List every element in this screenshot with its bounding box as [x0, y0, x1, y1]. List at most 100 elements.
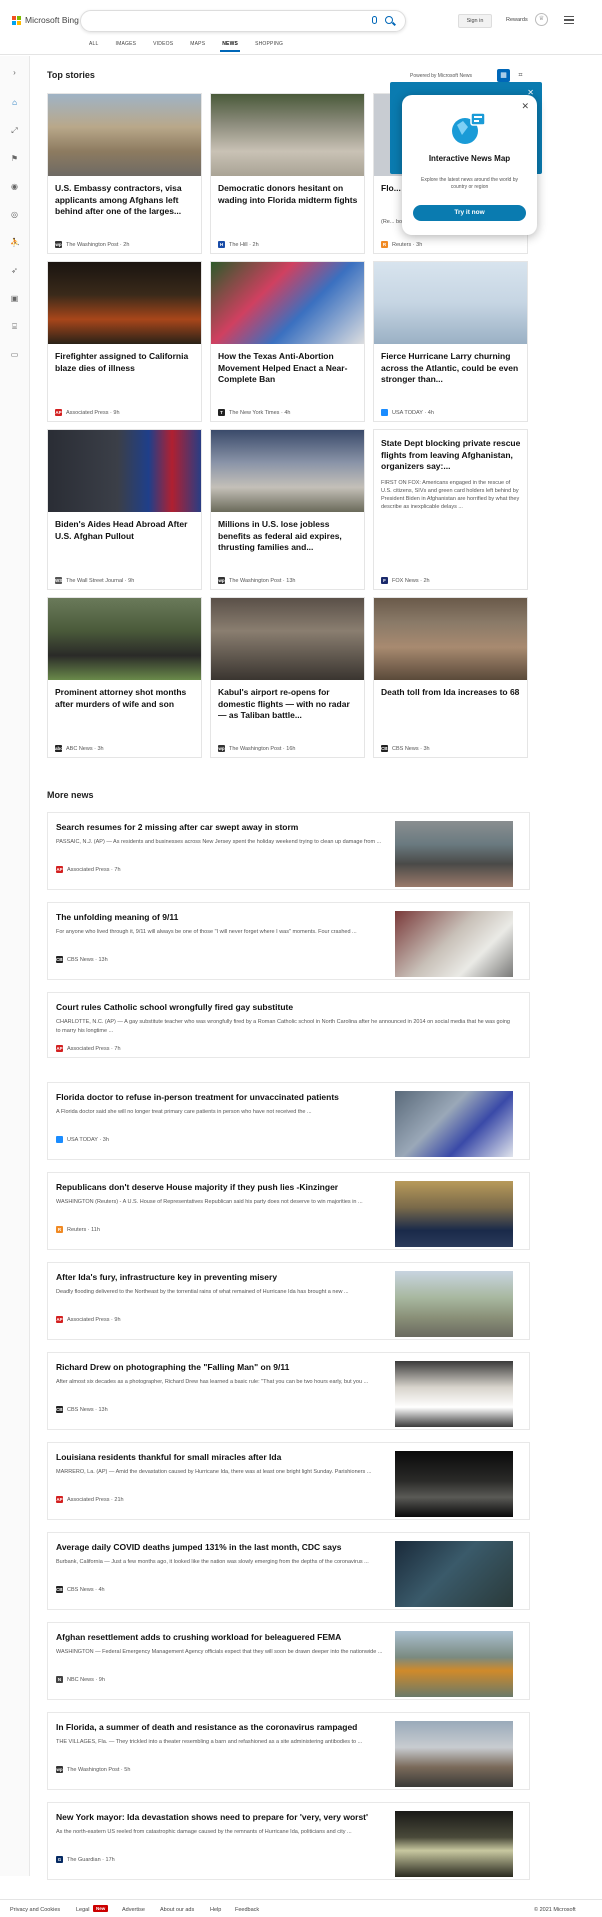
publisher-logo-icon: F: [381, 577, 388, 584]
globe-icon[interactable]: ◎: [10, 210, 19, 219]
publisher-logo-icon: AP: [56, 1316, 63, 1323]
publisher-logo-icon: CBS: [56, 956, 66, 963]
news-title[interactable]: Richard Drew on photographing the "Falli…: [56, 1362, 396, 1372]
story-title[interactable]: Kabul's airport re-opens for domestic fl…: [218, 687, 359, 722]
location-icon[interactable]: ◉: [10, 182, 19, 191]
source-name: CBS News: [392, 745, 419, 752]
publisher-logo-icon: CBS: [56, 1406, 66, 1413]
news-list-item[interactable]: After Ida's fury, infrastructure key in …: [47, 1262, 530, 1340]
news-title[interactable]: Afghan resettlement adds to crushing wor…: [56, 1632, 396, 1642]
story-card[interactable]: Death toll from Ida increases to 68 CBS CB…: [373, 597, 528, 758]
flag-icon[interactable]: ⚑: [10, 154, 19, 163]
story-title[interactable]: Millions in U.S. lose jobless benefits a…: [218, 519, 359, 554]
feedback-link[interactable]: Feedback: [235, 1907, 259, 1913]
news-title[interactable]: Search resumes for 2 missing after car s…: [56, 822, 396, 832]
news-list-item[interactable]: Search resumes for 2 missing after car s…: [47, 812, 530, 890]
expand-icon[interactable]: ›: [10, 68, 19, 77]
publisher-logo-icon: wp: [218, 745, 225, 752]
story-card[interactable]: Democratic donors hesitant on wading int…: [210, 93, 365, 254]
news-snippet: WASHINGTON — Federal Emergency Managemen…: [56, 1649, 383, 1655]
story-title[interactable]: Death toll from Ida increases to 68: [381, 687, 522, 699]
story-card[interactable]: Kabul's airport re-opens for domestic fl…: [210, 597, 365, 758]
bing-logo[interactable]: Microsoft Bing: [12, 15, 79, 25]
map-view-icon[interactable]: ⌗: [514, 69, 527, 82]
advertise-link[interactable]: Advertise: [122, 1907, 145, 1913]
grid-view-icon[interactable]: ▦: [497, 69, 510, 82]
news-title[interactable]: Louisiana residents thankful for small m…: [56, 1452, 396, 1462]
tab-maps[interactable]: MAPS: [190, 41, 205, 47]
story-card[interactable]: Millions in U.S. lose jobless benefits a…: [210, 429, 365, 590]
news-source: AP Associated Press · 7h: [56, 1045, 121, 1052]
home-icon[interactable]: ⌂: [10, 98, 19, 107]
news-title[interactable]: Florida doctor to refuse in-person treat…: [56, 1092, 396, 1102]
sign-in-button[interactable]: Sign in: [458, 14, 492, 28]
publisher-logo-icon: [381, 409, 388, 416]
news-list-item[interactable]: Florida doctor to refuse in-person treat…: [47, 1082, 530, 1160]
privacy-link[interactable]: Privacy and Cookies: [10, 1907, 60, 1913]
story-card[interactable]: State Dept blocking private rescue fligh…: [373, 429, 528, 590]
search-input[interactable]: [80, 10, 406, 32]
story-card[interactable]: How the Texas Anti-Abortion Movement Hel…: [210, 261, 365, 422]
news-title[interactable]: Republicans don't deserve House majority…: [56, 1182, 396, 1192]
story-title[interactable]: Prominent attorney shot months after mur…: [55, 687, 196, 710]
sports-icon[interactable]: ⛹: [10, 238, 20, 247]
tab-images[interactable]: IMAGES: [116, 41, 137, 47]
story-image: [48, 430, 201, 512]
story-title[interactable]: State Dept blocking private rescue fligh…: [381, 438, 522, 473]
story-card[interactable]: U.S. Embassy contractors, visa applicant…: [47, 93, 202, 254]
news-title[interactable]: Court rules Catholic school wrongfully f…: [56, 1002, 516, 1012]
close-icon[interactable]: ✕: [521, 101, 529, 112]
tab-videos[interactable]: VIDEOS: [153, 41, 173, 47]
source-name: Reuters: [392, 241, 412, 248]
news-image: [395, 1811, 513, 1877]
rewards-link[interactable]: Rewards: [506, 17, 528, 23]
news-list-item[interactable]: Afghan resettlement adds to crushing wor…: [47, 1622, 530, 1700]
tv-icon[interactable]: ▣: [10, 294, 19, 303]
tab-all[interactable]: ALL: [89, 41, 99, 47]
news-title[interactable]: The unfolding meaning of 9/11: [56, 912, 396, 922]
news-list-item[interactable]: Average daily COVID deaths jumped 131% i…: [47, 1532, 530, 1610]
news-list-item[interactable]: Louisiana residents thankful for small m…: [47, 1442, 530, 1520]
legal-link[interactable]: Legal: [76, 1907, 89, 1913]
story-title[interactable]: How the Texas Anti-Abortion Movement Hel…: [218, 351, 359, 386]
news-list-item[interactable]: New York mayor: Ida devastation shows ne…: [47, 1802, 530, 1880]
story-card[interactable]: Fierce Hurricane Larry churning across t…: [373, 261, 528, 422]
story-title[interactable]: Firefighter assigned to California blaze…: [55, 351, 196, 374]
story-title[interactable]: Fierce Hurricane Larry churning across t…: [381, 351, 522, 386]
news-list-item[interactable]: In Florida, a summer of death and resist…: [47, 1712, 530, 1790]
menu-icon[interactable]: [564, 16, 574, 26]
bank-icon[interactable]: ⌸: [10, 322, 19, 331]
source-time: 5h: [124, 1766, 131, 1773]
news-title[interactable]: In Florida, a summer of death and resist…: [56, 1722, 396, 1732]
about-ads-link[interactable]: About our ads: [160, 1907, 194, 1913]
news-title[interactable]: New York mayor: Ida devastation shows ne…: [56, 1812, 396, 1822]
news-list-item[interactable]: Court rules Catholic school wrongfully f…: [47, 992, 530, 1058]
search-icon[interactable]: [385, 16, 393, 24]
story-title[interactable]: U.S. Embassy contractors, visa applicant…: [55, 183, 196, 218]
source-time: 3h: [97, 745, 104, 752]
fullscreen-icon[interactable]: ⤢: [10, 126, 19, 135]
news-list-item[interactable]: Republicans don't deserve House majority…: [47, 1172, 530, 1250]
story-card[interactable]: Firefighter assigned to California blaze…: [47, 261, 202, 422]
trophy-icon[interactable]: ♕: [535, 13, 548, 26]
source-name: CBS News: [67, 956, 94, 963]
help-link[interactable]: Help: [210, 1907, 221, 1913]
story-title[interactable]: Biden's Aides Head Abroad After U.S. Afg…: [55, 519, 196, 542]
news-title[interactable]: Average daily COVID deaths jumped 131% i…: [56, 1542, 396, 1552]
news-list-item[interactable]: Richard Drew on photographing the "Falli…: [47, 1352, 530, 1430]
rocket-icon[interactable]: ➶: [10, 266, 19, 275]
tab-news[interactable]: NEWS: [220, 41, 240, 52]
story-card[interactable]: Prominent attorney shot months after mur…: [47, 597, 202, 758]
news-snippet: PASSAIC, N.J. (AP) — As residents and bu…: [56, 839, 382, 845]
news-map-dialog: ✕ Interactive News Map Explore the lates…: [402, 95, 537, 235]
publisher-logo-icon: R: [56, 1226, 63, 1233]
card-icon[interactable]: ▭: [10, 350, 19, 359]
story-title[interactable]: Democratic donors hesitant on wading int…: [218, 183, 359, 206]
story-card[interactable]: Biden's Aides Head Abroad After U.S. Afg…: [47, 429, 202, 590]
microphone-icon[interactable]: [372, 16, 377, 24]
news-title[interactable]: After Ida's fury, infrastructure key in …: [56, 1272, 396, 1282]
tab-shopping[interactable]: SHOPPING: [255, 41, 283, 47]
try-it-now-button[interactable]: Try it now: [413, 205, 526, 221]
news-list-item[interactable]: The unfolding meaning of 9/11 For anyone …: [47, 902, 530, 980]
publisher-logo-icon: AP: [56, 866, 63, 873]
